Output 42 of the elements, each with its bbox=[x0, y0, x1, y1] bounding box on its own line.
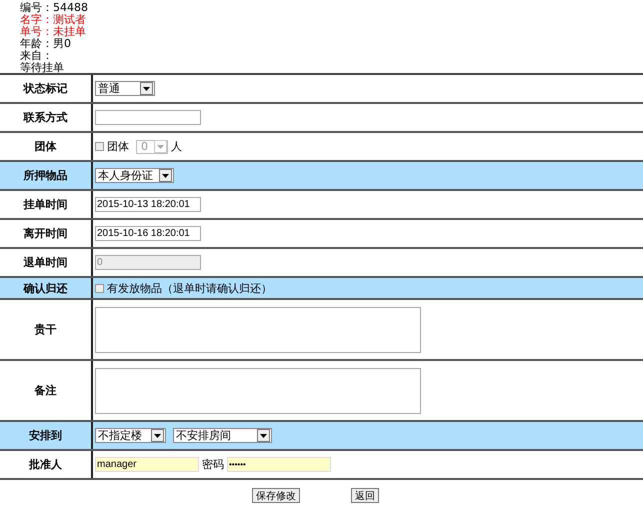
field-label: 团体 bbox=[34, 139, 56, 154]
input-field[interactable]: 2015-10-13 18:20:01 bbox=[95, 197, 201, 212]
info-line: 编号：54488 bbox=[20, 2, 89, 14]
field-label: 安排到 bbox=[29, 428, 62, 443]
checkbox[interactable] bbox=[95, 284, 104, 292]
caret-icon bbox=[257, 429, 270, 442]
caret-icon bbox=[140, 82, 153, 95]
input-field[interactable]: manager bbox=[95, 457, 199, 472]
field-label: 联系方式 bbox=[24, 110, 68, 125]
password-field[interactable]: •••••• bbox=[227, 457, 331, 472]
field-label: 离开时间 bbox=[24, 226, 68, 241]
dropdown[interactable]: 不指定楼 bbox=[95, 428, 166, 443]
form-button[interactable]: 保存修改 bbox=[252, 488, 300, 503]
checkbox-label: 有发放物品（退单时请确认归还） bbox=[107, 280, 272, 296]
field-label: 挂单时间 bbox=[24, 197, 68, 212]
field-label: 确认归还 bbox=[24, 280, 68, 296]
dropdown[interactable]: 不安排房间 bbox=[173, 428, 272, 443]
field-label: 备注 bbox=[34, 383, 56, 398]
info-line: 单号：未挂单 bbox=[20, 26, 87, 38]
unit-label: 人 bbox=[171, 139, 182, 154]
text-area[interactable] bbox=[95, 368, 421, 414]
field-label: 批准人 bbox=[29, 457, 62, 472]
caret-icon bbox=[159, 169, 172, 182]
dropdown[interactable]: 本人身份证 bbox=[95, 168, 174, 183]
password-label: 密码 bbox=[202, 457, 224, 472]
field-label: 状态标记 bbox=[24, 81, 68, 96]
info-line: 年龄：男0 bbox=[20, 38, 72, 50]
form-button[interactable]: 返回 bbox=[351, 488, 379, 503]
field-label: 退单时间 bbox=[24, 255, 68, 270]
checkbox[interactable] bbox=[95, 142, 104, 151]
text-area[interactable] bbox=[95, 306, 421, 352]
field-label: 所押物品 bbox=[24, 168, 68, 183]
caret-icon bbox=[151, 429, 164, 442]
input-field[interactable]: 2015-10-16 18:20:01 bbox=[95, 226, 201, 241]
field-label: 贵干 bbox=[34, 322, 56, 337]
info-line: 名字：测试者 bbox=[20, 14, 87, 26]
dropdown[interactable]: 普通 bbox=[95, 81, 155, 96]
info-line: 等待挂单 bbox=[20, 62, 65, 74]
checkbox-label: 团体 bbox=[107, 139, 129, 154]
info-line: 来自： bbox=[20, 50, 54, 62]
input-field[interactable] bbox=[95, 110, 201, 125]
caret-icon bbox=[154, 140, 167, 153]
